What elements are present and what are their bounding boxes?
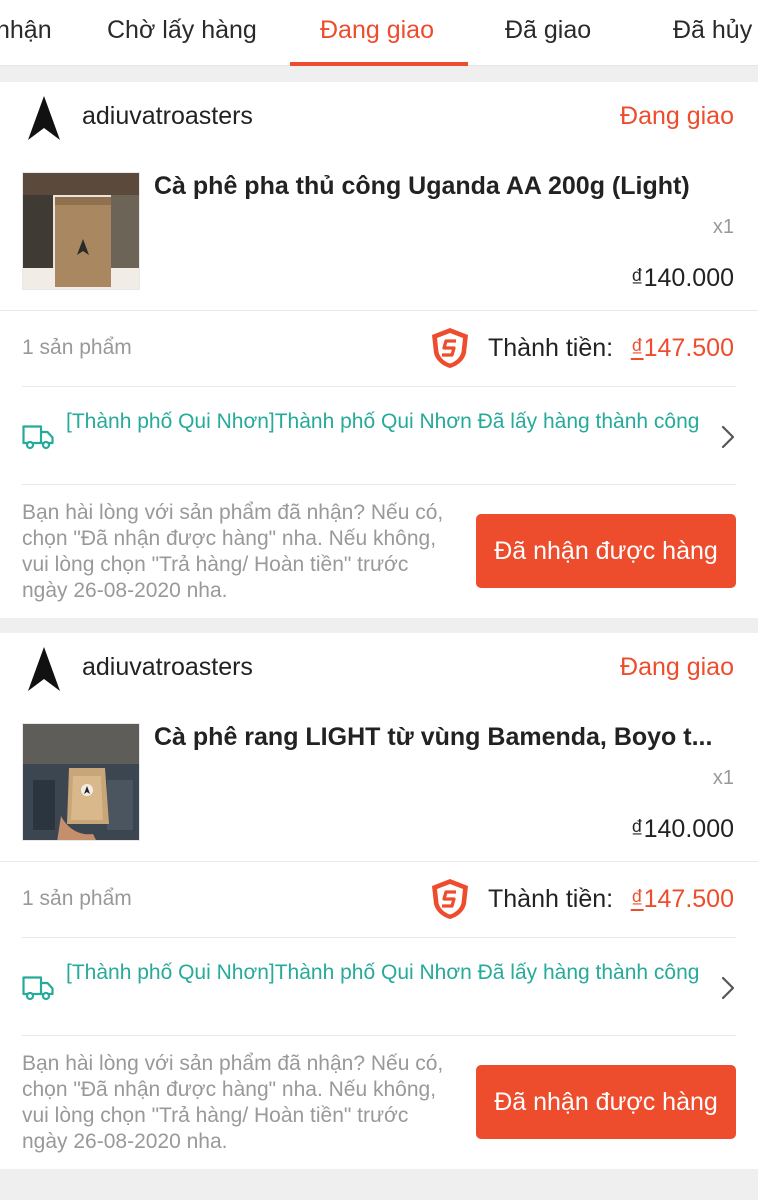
order-card[interactable]: adiuvatroasters Đang giao Cà phê rang LI… (0, 633, 758, 1169)
product-image (22, 723, 140, 841)
product-item[interactable]: Cà phê pha thủ công Uganda AA 200g (Ligh… (0, 164, 758, 310)
order-total: ₫147.500 (631, 334, 734, 363)
shipping-status-row[interactable]: [Thành phố Qui Nhơn]Thành phố Qui Nhơn Đ… (0, 937, 758, 1035)
confirm-receipt-prompt: Bạn hài lòng với sản phẩm đã nhận? Nếu c… (22, 1052, 444, 1153)
order-summary: 1 sản phẩm Thành tiền: ₫147.500 (0, 310, 758, 386)
order-received-button[interactable]: Đã nhận được hàng (476, 1065, 736, 1139)
shipping-status-row[interactable]: [Thành phố Qui Nhơn]Thành phố Qui Nhơn Đ… (0, 386, 758, 484)
confirm-receipt-row: Bạn hài lòng với sản phẩm đã nhận? Nếu c… (0, 484, 758, 618)
shop-header[interactable]: adiuvatroasters Đang giao (0, 82, 758, 154)
confirm-receipt-prompt: Bạn hài lòng với sản phẩm đã nhận? Nếu c… (22, 501, 444, 602)
total-currency: ₫ (630, 885, 644, 913)
shopee-guarantee-shield-icon (432, 328, 468, 368)
item-count: 1 sản phẩm (22, 336, 132, 359)
delivery-truck-icon (22, 425, 54, 450)
order-total: ₫147.500 (631, 885, 734, 914)
product-item[interactable]: Cà phê rang LIGHT từ vùng Bamenda, Boyo … (0, 715, 758, 861)
tab-to-ship[interactable]: Chờ lấy hàng (107, 0, 257, 66)
delivery-truck-icon (22, 976, 54, 1001)
tab-cancelled[interactable]: Đã hủy (673, 0, 752, 66)
product-name: Cà phê rang LIGHT từ vùng Bamenda, Boyo … (154, 723, 713, 751)
item-count: 1 sản phẩm (22, 887, 132, 910)
total-label: Thành tiền: (488, 885, 614, 913)
shipping-status-text: [Thành phố Qui Nhơn]Thành phố Qui Nhơn Đ… (66, 961, 700, 984)
shop-logo-icon (28, 647, 60, 691)
product-quantity: x1 (712, 216, 734, 238)
order-status: Đang giao (620, 653, 734, 681)
order-status: Đang giao (620, 102, 734, 130)
product-price: ₫140.000 (630, 815, 734, 843)
tab-completed[interactable]: Đã giao (505, 0, 591, 66)
product-price: ₫140.000 (630, 264, 734, 292)
tab-to-receive[interactable]: nhận (0, 0, 52, 66)
product-quantity: x1 (712, 767, 734, 789)
product-image (22, 172, 140, 290)
order-card[interactable]: adiuvatroasters Đang giao Cà phê pha thủ… (0, 82, 758, 618)
shop-header[interactable]: adiuvatroasters Đang giao (0, 633, 758, 705)
total-amount: 147.500 (643, 334, 734, 362)
confirm-receipt-row: Bạn hài lòng với sản phẩm đã nhận? Nếu c… (0, 1035, 758, 1169)
total-amount: 147.500 (643, 885, 734, 913)
order-status-tabs: nhận Chờ lấy hàng Đang giao Đã giao Đã h… (0, 0, 758, 66)
shop-name: adiuvatroasters (82, 102, 253, 130)
tab-shipping[interactable]: Đang giao (320, 0, 434, 66)
chevron-right-icon (721, 976, 735, 1000)
chevron-right-icon (721, 425, 735, 449)
shop-name: adiuvatroasters (82, 653, 253, 681)
order-summary: 1 sản phẩm Thành tiền: ₫147.500 (0, 861, 758, 937)
shop-logo-icon (28, 96, 60, 140)
product-name: Cà phê pha thủ công Uganda AA 200g (Ligh… (154, 172, 690, 200)
total-currency: ₫ (630, 334, 644, 362)
shipping-status-text: [Thành phố Qui Nhơn]Thành phố Qui Nhơn Đ… (66, 410, 700, 433)
active-tab-indicator (290, 62, 468, 66)
total-label: Thành tiền: (488, 334, 614, 362)
shopee-guarantee-shield-icon (432, 879, 468, 919)
order-received-button[interactable]: Đã nhận được hàng (476, 514, 736, 588)
